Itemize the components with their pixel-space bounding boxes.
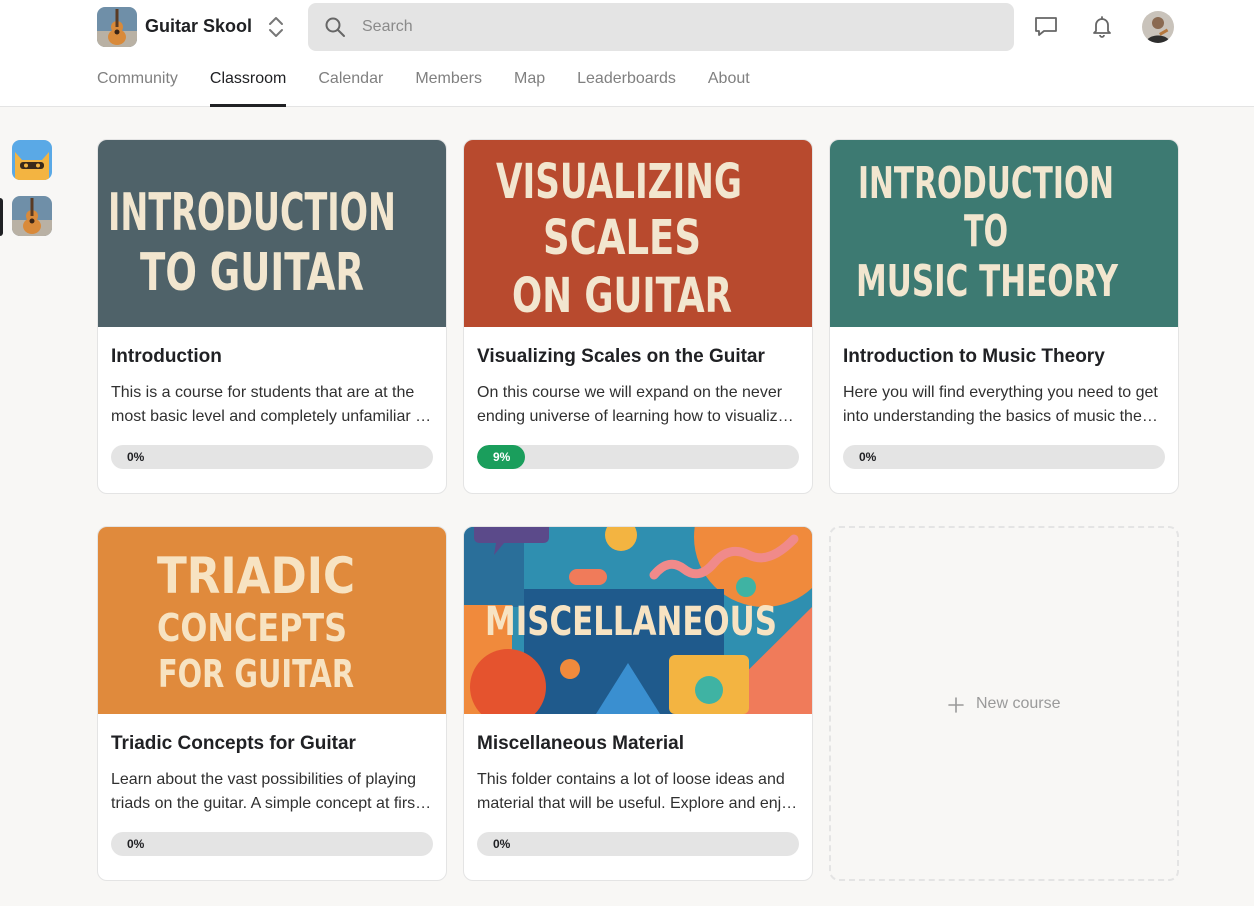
plus-icon — [947, 696, 965, 714]
course-cover: MISCELLANEOUS — [464, 527, 812, 714]
course-title: Miscellaneous Material — [477, 733, 684, 754]
course-title: Introduction to Music Theory — [843, 346, 1105, 367]
course-cover: INTRODUCTION TO MUSIC THEORY — [830, 140, 1178, 327]
course-progress-bar: 0% — [477, 832, 799, 856]
progress-label: 0% — [127, 450, 145, 464]
rail-active-indicator — [0, 198, 3, 236]
course-title: Introduction — [111, 346, 222, 367]
course-cover: VISUALIZING SCALES ON GUITAR — [464, 140, 812, 327]
progress-label: 9% — [493, 450, 511, 464]
course-card[interactable]: MISCELLANEOUS Miscellaneous Material Thi… — [463, 526, 813, 881]
tab-calendar[interactable]: Calendar — [318, 59, 383, 107]
course-progress-bar: 0% — [843, 445, 1165, 469]
user-avatar[interactable] — [1142, 11, 1174, 43]
tab-about[interactable]: About — [708, 59, 750, 107]
course-title: Triadic Concepts for Guitar — [111, 733, 356, 754]
tab-map[interactable]: Map — [514, 59, 545, 107]
cover-line: ON GUITAR — [512, 268, 732, 324]
community-switcher-chevrons-icon[interactable] — [264, 14, 288, 40]
tab-community[interactable]: Community — [97, 59, 178, 107]
tab-leaderboards[interactable]: Leaderboards — [577, 59, 676, 107]
cover-line: CONCEPTS — [157, 606, 347, 650]
search-icon — [324, 16, 346, 38]
course-card[interactable]: INTRODUCTION TO MUSIC THEORY Introductio… — [829, 139, 1179, 494]
cover-line: TO GUITAR — [140, 243, 364, 303]
course-description: Learn about the vast possibilities of pl… — [111, 771, 433, 812]
nav-tabs: Community Classroom Calendar Members Map… — [97, 59, 782, 107]
cover-line: INTRODUCTION — [108, 183, 396, 243]
course-progress-bar: 0% — [111, 832, 433, 856]
cover-line: MISCELLANEOUS — [485, 599, 777, 645]
notification-bell-icon[interactable] — [1088, 12, 1116, 40]
new-course-label: New course — [976, 695, 1061, 712]
course-progress-bar: 0% — [111, 445, 433, 469]
progress-label: 0% — [127, 837, 145, 851]
course-card[interactable]: VISUALIZING SCALES ON GUITAR Visualizing… — [463, 139, 813, 494]
cover-line: INTRODUCTION — [858, 158, 1114, 209]
cover-line: SCALES — [543, 210, 701, 266]
cover-line: FOR GUITAR — [158, 652, 354, 696]
search-input[interactable] — [362, 3, 1002, 51]
course-description: On this course we will expand on the nev… — [477, 384, 799, 425]
tab-members[interactable]: Members — [415, 59, 482, 107]
tab-classroom[interactable]: Classroom — [209, 59, 287, 107]
course-progress-bar: 9% — [477, 445, 799, 469]
community-name[interactable]: Guitar Skool — [145, 16, 252, 37]
course-cover: INTRODUCTION TO GUITAR — [98, 140, 446, 327]
course-description: This is a course for students that are a… — [111, 384, 433, 425]
course-card[interactable]: INTRODUCTION TO GUITAR Introduction This… — [97, 139, 447, 494]
course-cover: TRIADIC CONCEPTS FOR GUITAR — [98, 527, 446, 714]
progress-label: 0% — [859, 450, 877, 464]
cover-line: TO — [964, 206, 1008, 257]
rail-community-cat-icon[interactable] — [12, 140, 52, 180]
course-card[interactable]: TRIADIC CONCEPTS FOR GUITAR Triadic Conc… — [97, 526, 447, 881]
progress-label: 0% — [493, 837, 511, 851]
cover-line: VISUALIZING — [496, 154, 742, 210]
course-description: This folder contains a lot of loose idea… — [477, 771, 799, 812]
cover-line: MUSIC THEORY — [856, 256, 1119, 307]
course-description: Here you will find everything you need t… — [843, 384, 1165, 425]
rail-community-guitar-icon[interactable] — [12, 196, 52, 236]
new-course-button[interactable]: New course — [829, 526, 1179, 881]
cover-line: TRIADIC — [157, 547, 355, 605]
course-title: Visualizing Scales on the Guitar — [477, 346, 765, 367]
chat-icon[interactable] — [1032, 12, 1060, 40]
search-bar — [308, 3, 1014, 51]
top-header: Guitar Skool Community Classroom Calenda… — [0, 0, 1254, 107]
community-logo[interactable] — [97, 7, 137, 47]
